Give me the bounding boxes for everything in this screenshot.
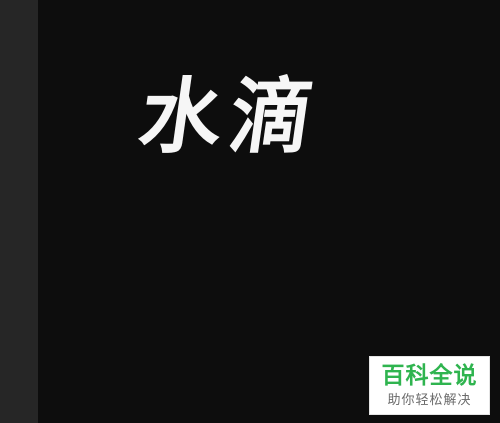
watermark-logo: 百科全说 助你轻松解决	[369, 356, 490, 415]
left-panel	[0, 0, 38, 423]
editor-window: 水滴 百科全说 助你轻松解决	[0, 0, 500, 423]
watermark-subtitle: 助你轻松解决	[387, 393, 472, 408]
watermark-title: 百科全说	[381, 363, 478, 389]
canvas-text-layer[interactable]: 水滴	[133, 70, 326, 165]
